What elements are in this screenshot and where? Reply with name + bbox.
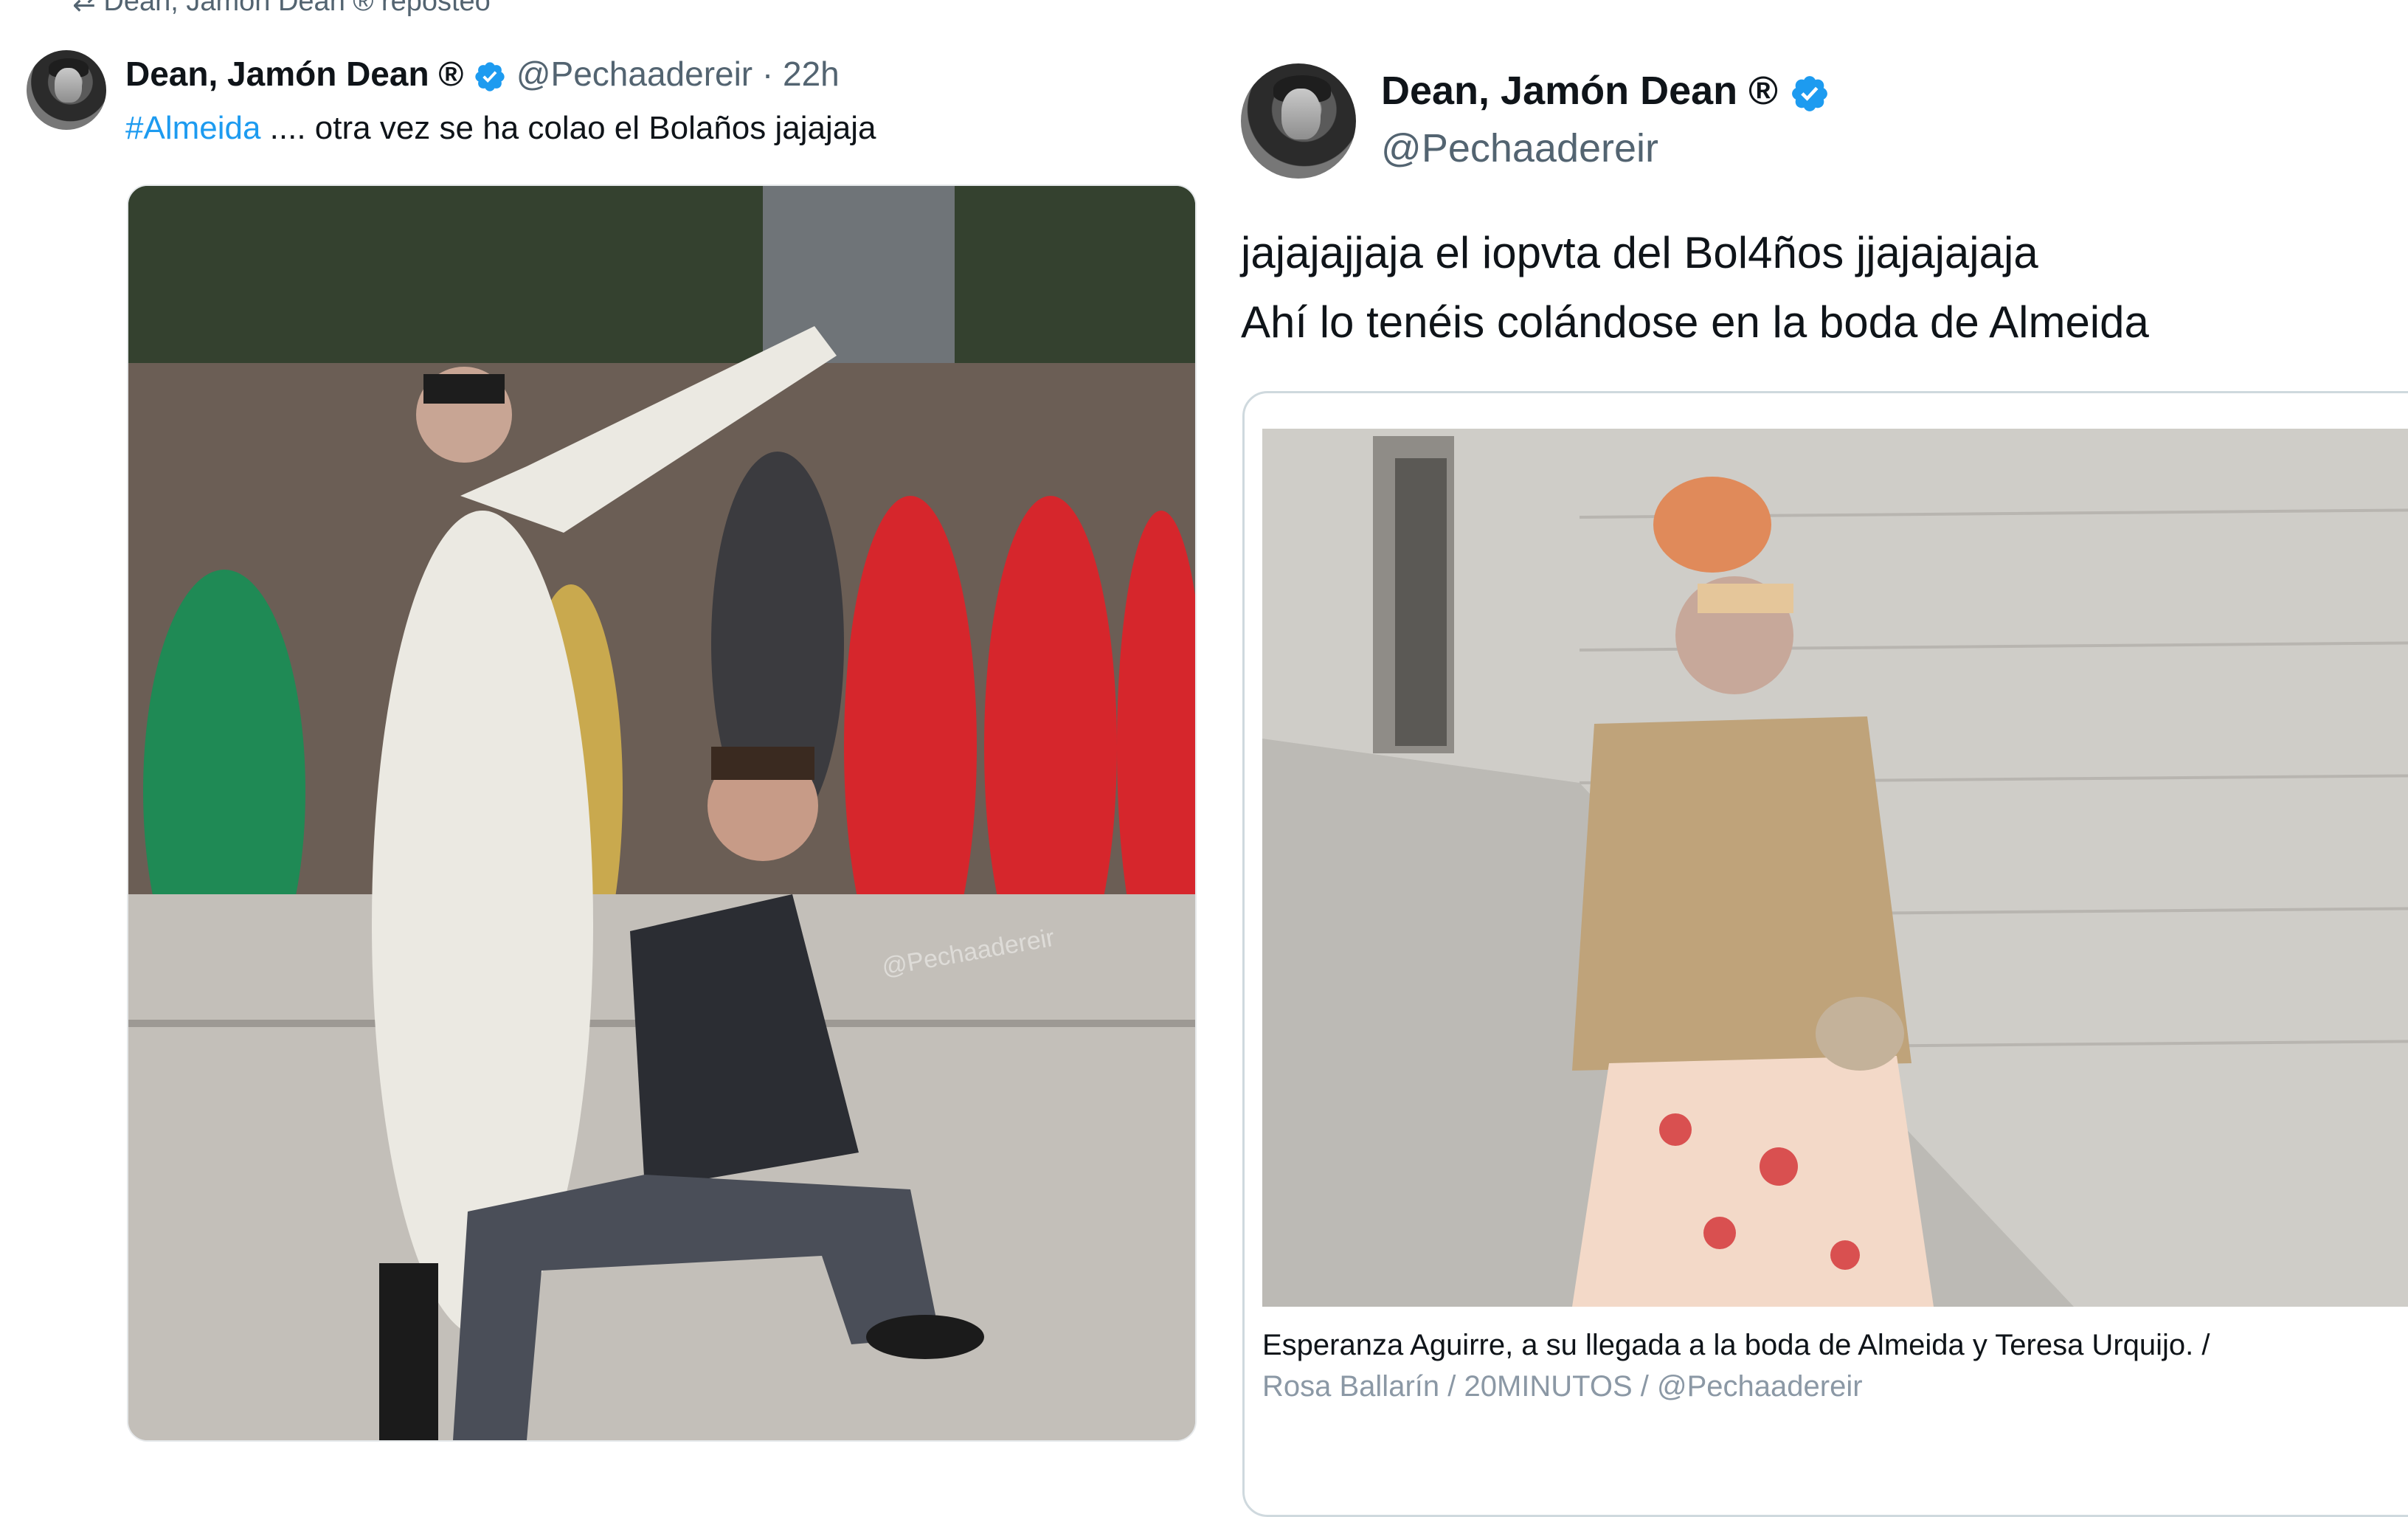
verified-badge-icon (1792, 75, 1827, 111)
hashtag-link[interactable]: #Almeida (125, 110, 260, 146)
left-tweet-header: Dean, Jamón Dean ® @Pechaadereir · 22h (125, 53, 840, 94)
right-author-name[interactable]: Dean, Jamón Dean ® (1381, 69, 1778, 113)
wedding-photo (128, 186, 1195, 1440)
left-tweet-photo[interactable]: @Pechaadereir (127, 184, 1197, 1442)
right-author-handle[interactable]: @Pechaadereir (1381, 122, 1658, 174)
right-media-card[interactable]: Esperanza Aguirre, a su llegada a la bod… (1242, 391, 2408, 1517)
right-tweet-text: jajajajjaja el iopvta del Bol4ños jjajaj… (1241, 218, 2149, 357)
right-tweet-header: Dean, Jamón Dean ® (1381, 65, 1830, 117)
card-caption-line-2: Rosa Ballarín / 20MINUTOS / @Pechaaderei… (1262, 1370, 1863, 1403)
repost-icon: ⇄ (72, 0, 104, 16)
right-tweet-line-2: Ahí lo tenéis colándose en la boda de Al… (1241, 297, 2149, 347)
right-author-avatar[interactable] (1241, 63, 1356, 179)
right-tweet-line-1: jajajajjaja el iopvta del Bol4ños jjajaj… (1241, 228, 2038, 277)
left-author-handle[interactable]: @Pechaadereir (516, 55, 752, 93)
left-author-avatar[interactable] (27, 50, 106, 130)
verified-badge-icon (475, 62, 505, 91)
esperanza-photo (1262, 429, 2408, 1307)
card-caption-line-1: Esperanza Aguirre, a su llegada a la bod… (1262, 1329, 2210, 1361)
left-author-name[interactable]: Dean, Jamón Dean ® (125, 55, 463, 93)
left-tweet-text: #Almeida .... otra vez se ha colao el Bo… (125, 108, 876, 149)
left-tweet-body: .... otra vez se ha colao el Bolaños jaj… (260, 110, 876, 146)
repost-label: Dean, Jamón Dean ® reposteó (103, 0, 491, 16)
repost-indicator: ⇄ Dean, Jamón Dean ® reposteó (72, 0, 633, 16)
right-card-photo[interactable] (1262, 429, 2408, 1307)
left-tweet-time[interactable]: · 22h (762, 55, 840, 93)
